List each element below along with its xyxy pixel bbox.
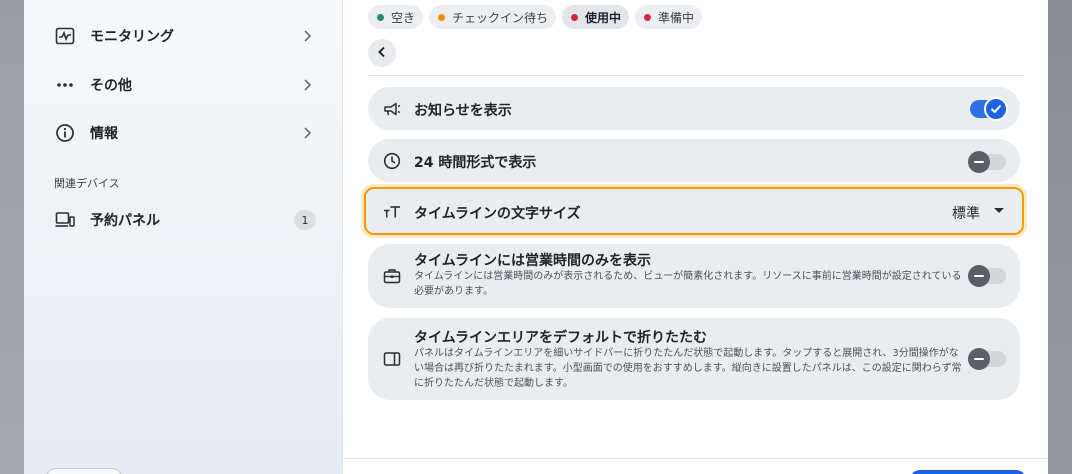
chip-label: チェックイン待ち [452,10,549,25]
status-dot [438,13,446,21]
setting-title: タイムラインエリアをデフォルトで折りたたむ [414,330,708,346]
chevron-right-icon [298,124,316,142]
clock-icon [382,151,402,171]
backdrop-left [0,0,24,474]
24-hour-toggle[interactable] [968,151,1006,173]
setting-collapse-timeline-default: タイムラインエリアをデフォルトで折りたたむ パネルはタイムラインエリアを細いサイ… [368,318,1020,400]
sidebar-item-label: 情報 [90,126,118,142]
toggle-knob [984,97,1008,121]
count-badge: 1 [294,210,316,230]
monitoring-icon [52,23,78,49]
setting-business-hours-only: タイムラインには営業時間のみを表示 タイムラインには営業時間のみが表示されるため… [368,244,1020,308]
device-icon [52,207,78,233]
sidebar-item-label: 予約パネル [90,213,160,229]
sidebar-bottom-button[interactable] [46,468,122,474]
settings-dialog: モニタリング その他 情報 関連デバイス 予約パネル 1 空き チェックイン待ち… [24,0,1048,474]
business-hours-toggle[interactable] [968,265,1006,287]
footer-primary-button[interactable] [910,470,1026,474]
sidebar-item-others[interactable]: その他 [42,65,322,105]
setting-title: お知らせを表示 [414,103,512,119]
more-dots-icon [52,72,78,98]
divider [368,75,1024,76]
toggle-knob [968,265,990,287]
collapse-default-toggle[interactable] [968,348,1006,370]
chip-label: 空き [391,10,416,25]
status-dot [644,13,652,21]
text-size-icon [382,202,402,222]
sidebar: モニタリング その他 情報 関連デバイス 予約パネル 1 [24,0,343,474]
sidebar-item-label: その他 [90,78,132,94]
setting-title: タイムラインの文字サイズ [414,206,581,222]
setting-show-notice: お知らせを表示 [368,87,1020,130]
main-panel: 空き チェックイン待ち 使用中 準備中 お知らせを表示 24 時間形式で表示 タ… [344,0,1048,474]
toggle-knob [968,348,990,370]
chip-label: 使用中 [585,10,622,25]
footer-divider [344,458,1048,459]
megaphone-icon [382,99,402,119]
dropdown-caret-icon [994,208,1004,213]
back-button[interactable] [368,39,396,67]
chevron-left-icon [375,44,389,63]
chevron-right-icon [298,76,316,94]
sidebar-item-monitoring[interactable]: モニタリング [42,16,322,56]
show-notice-toggle[interactable] [970,97,1008,121]
setting-description: パネルはタイムラインエリアを細いサイドバーに折りたたんだ状態で起動します。タップ… [414,348,962,389]
setting-24-hour-format: 24 時間形式で表示 [368,139,1020,182]
setting-title: タイムラインには営業時間のみを表示 [414,253,652,269]
chevron-right-icon [298,27,316,45]
setting-title: 24 時間形式で表示 [414,155,537,171]
status-dot [377,13,384,21]
chip-label: 準備中 [658,10,695,25]
briefcase-icon [382,266,402,286]
status-dot [571,13,579,21]
backdrop-right [1048,0,1072,474]
info-icon [52,120,78,146]
section-label-related-devices: 関連デバイス [54,177,120,190]
status-legend: 空き チェックイン待ち 使用中 準備中 [368,5,703,29]
timeline-font-size-select[interactable]: タイムラインの文字サイズ 標準 [364,187,1024,235]
status-chip-in-use: 使用中 [562,5,630,29]
status-chip-available: 空き [368,5,424,29]
setting-description: タイムラインには営業時間のみが表示されるため、ビューが簡素化されます。リソースに… [414,271,962,297]
sidebar-item-reservation-panel[interactable]: 予約パネル 1 [42,200,322,240]
sidebar-panel-icon [382,349,402,369]
status-chip-preparing: 準備中 [635,5,703,29]
selected-value: 標準 [952,206,980,222]
toggle-knob [968,151,990,173]
sidebar-item-label: モニタリング [90,29,174,45]
status-chip-awaiting-checkin: チェックイン待ち [429,5,557,29]
sidebar-item-info[interactable]: 情報 [42,113,322,153]
